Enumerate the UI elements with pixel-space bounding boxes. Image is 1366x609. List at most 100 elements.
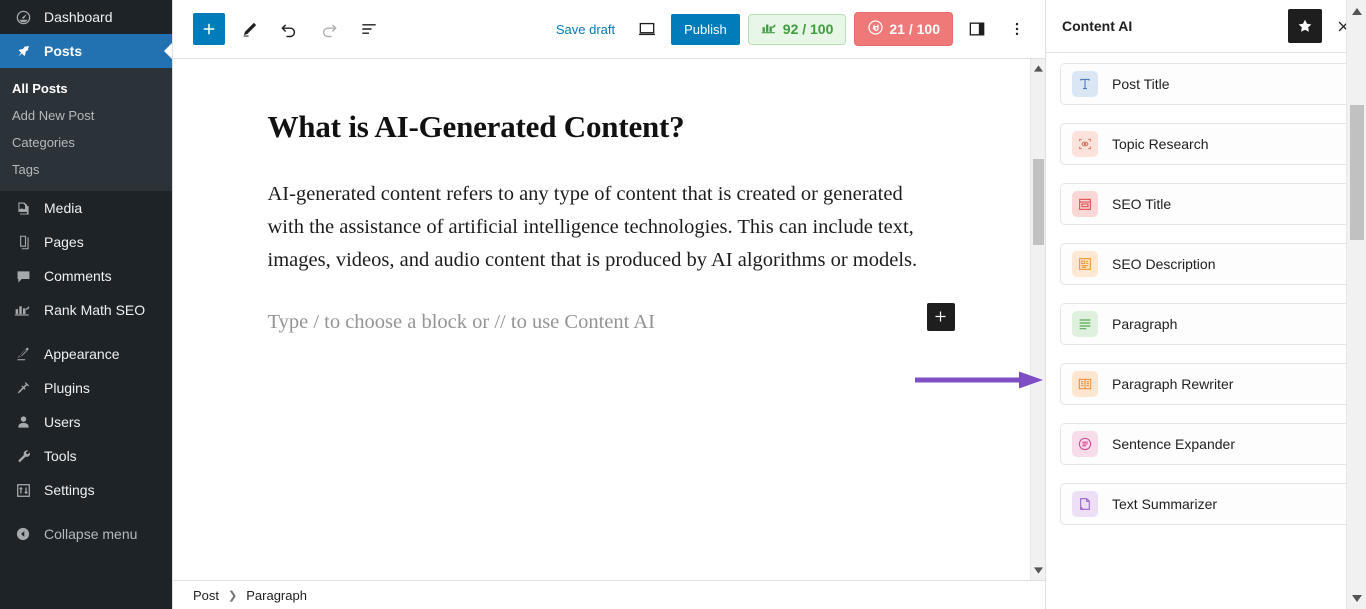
sidebar-item-users[interactable]: Users xyxy=(0,405,172,439)
sidebar-item-label: Collapse menu xyxy=(44,526,138,542)
editor-top-toolbar: Save draft Publish 92 / 100 21 / 100 xyxy=(173,0,1045,59)
content-ai-tool-label: SEO Title xyxy=(1112,196,1172,212)
breadcrumb: Post ❯ Paragraph xyxy=(173,580,1045,609)
scroll-up-arrow-icon[interactable] xyxy=(1031,61,1046,76)
star-icon[interactable] xyxy=(1288,9,1322,43)
content-ai-score-badge[interactable]: 21 / 100 xyxy=(854,12,953,46)
sidebar-item-dashboard[interactable]: Dashboard xyxy=(0,0,172,34)
block-heading[interactable]: What is AI-Generated Content? xyxy=(268,109,936,145)
sidebar-divider-1 xyxy=(0,327,172,337)
collapse-arrow-icon xyxy=(12,524,34,544)
panel-scroll-up-arrow-icon[interactable] xyxy=(1347,2,1366,20)
edit-tool-pencil-icon[interactable] xyxy=(233,13,265,45)
seo-description-icon xyxy=(1072,251,1098,277)
sentence-expander-icon xyxy=(1072,431,1098,457)
content-ai-tool-sentence-expander[interactable]: Sentence Expander xyxy=(1060,423,1352,465)
undo-arrow-icon[interactable] xyxy=(273,13,305,45)
editor-scrollbar[interactable] xyxy=(1030,59,1045,580)
toolbar-right-group: Save draft Publish 92 / 100 21 / 100 xyxy=(548,12,1033,46)
dashboard-icon xyxy=(12,7,34,27)
page-title: What is AI-Generated Content? xyxy=(267,109,685,144)
content-ai-header: Content AI xyxy=(1046,0,1366,53)
document-overview-list-view-icon[interactable] xyxy=(353,13,385,45)
sidebar-item-label: Dashboard xyxy=(44,9,113,25)
content-ai-sidebar: Content AI Post Title Topic Research SEO… xyxy=(1045,0,1366,609)
content-ai-tool-seo-title[interactable]: SEO Title xyxy=(1060,183,1352,225)
sidebar-item-collapse-menu[interactable]: Collapse menu xyxy=(0,517,172,551)
block-inserter-button[interactable] xyxy=(193,13,225,45)
appearance-brush-icon xyxy=(12,344,34,364)
text-summarizer-icon xyxy=(1072,491,1098,517)
sidebar-item-label: Media xyxy=(44,200,83,216)
seo-score-value: 92 / 100 xyxy=(782,21,834,37)
sidebar-item-add-new-post[interactable]: Add New Post xyxy=(0,102,172,129)
toolbar-left-group xyxy=(193,13,385,45)
sidebar-item-appearance[interactable]: Appearance xyxy=(0,337,172,371)
empty-block-placeholder: Type / to choose a block or // to use Co… xyxy=(267,310,655,333)
breadcrumb-item-paragraph[interactable]: Paragraph xyxy=(246,588,307,603)
content-ai-scrollbar-thumb[interactable] xyxy=(1350,105,1364,240)
sidebar-item-all-posts[interactable]: All Posts xyxy=(0,75,172,102)
sidebar-item-posts[interactable]: Posts xyxy=(0,34,172,68)
content-ai-tool-text-summarizer[interactable]: Text Summarizer xyxy=(1060,483,1352,525)
content-ai-scrollbar[interactable] xyxy=(1346,0,1366,609)
block-empty-paragraph[interactable]: Type / to choose a block or // to use Co… xyxy=(267,302,955,339)
editor-scrollbar-thumb[interactable] xyxy=(1033,159,1044,245)
content-ai-tool-topic-research[interactable]: Topic Research xyxy=(1060,123,1352,165)
scroll-down-arrow-icon[interactable] xyxy=(1031,563,1046,578)
content-ai-tool-label: Sentence Expander xyxy=(1112,436,1235,452)
content-ai-tool-label: Topic Research xyxy=(1112,136,1209,152)
pages-icon xyxy=(12,232,34,252)
sidebar-divider-2 xyxy=(0,507,172,517)
paragraph-lines-icon xyxy=(1072,311,1098,337)
sidebar-item-label: Appearance xyxy=(44,346,120,362)
wordpress-block-editor-screen: Dashboard Posts All Posts Add New Post C… xyxy=(0,0,1366,609)
sidebar-item-media[interactable]: Media xyxy=(0,191,172,225)
sidebar-item-tags[interactable]: Tags xyxy=(0,156,172,183)
redo-arrow-icon[interactable] xyxy=(313,13,345,45)
content-ai-tool-post-title[interactable]: Post Title xyxy=(1060,63,1352,105)
rankmath-bars-icon xyxy=(761,21,778,38)
content-ai-tool-seo-description[interactable]: SEO Description xyxy=(1060,243,1352,285)
content-ai-tool-label: Post Title xyxy=(1112,76,1170,92)
chevron-right-icon: ❯ xyxy=(228,589,238,602)
sidebar-item-label: Comments xyxy=(44,268,112,284)
content-ai-tool-paragraph[interactable]: Paragraph xyxy=(1060,303,1352,345)
sidebar-item-label: Tools xyxy=(44,448,77,464)
seo-title-card-icon xyxy=(1072,191,1098,217)
save-draft-button[interactable]: Save draft xyxy=(548,16,623,43)
content-ai-score-value: 21 / 100 xyxy=(889,21,940,37)
content-ai-title: Content AI xyxy=(1062,18,1133,34)
sidebar-toggle-icon[interactable] xyxy=(961,13,993,45)
publish-button[interactable]: Publish xyxy=(671,13,740,45)
post-title-icon xyxy=(1072,71,1098,97)
sidebar-item-comments[interactable]: Comments xyxy=(0,259,172,293)
pin-icon xyxy=(12,41,34,61)
settings-sliders-icon xyxy=(12,480,34,500)
sidebar-item-tools[interactable]: Tools xyxy=(0,439,172,473)
desktop-preview-icon[interactable] xyxy=(631,13,663,45)
editor-body: What is AI-Generated Content? AI-generat… xyxy=(173,59,1045,580)
content-ai-tool-paragraph-rewriter[interactable]: Paragraph Rewriter xyxy=(1060,363,1352,405)
sidebar-item-categories[interactable]: Categories xyxy=(0,129,172,156)
sidebar-item-label: Users xyxy=(44,414,81,430)
paragraph-text: AI-generated content refers to any type … xyxy=(267,183,918,272)
tools-wrench-icon xyxy=(12,446,34,466)
content-ai-tool-label: Text Summarizer xyxy=(1112,496,1218,512)
block-paragraph[interactable]: AI-generated content refers to any type … xyxy=(268,178,936,278)
editor-canvas[interactable]: What is AI-Generated Content? AI-generat… xyxy=(173,59,1030,580)
sidebar-item-plugins[interactable]: Plugins xyxy=(0,371,172,405)
breadcrumb-item-post[interactable]: Post xyxy=(193,588,219,603)
sidebar-item-settings[interactable]: Settings xyxy=(0,473,172,507)
sidebar-item-pages[interactable]: Pages xyxy=(0,225,172,259)
seo-score-badge[interactable]: 92 / 100 xyxy=(747,13,847,45)
rankmath-icon xyxy=(12,300,34,320)
content-ai-circle-icon xyxy=(867,19,884,39)
sidebar-item-label: Settings xyxy=(44,482,95,498)
topic-research-eye-icon xyxy=(1072,131,1098,157)
sidebar-item-rank-math-seo[interactable]: Rank Math SEO xyxy=(0,293,172,327)
sidebar-item-label: Rank Math SEO xyxy=(44,302,146,318)
three-dots-vertical-icon[interactable] xyxy=(1001,13,1033,45)
inline-block-inserter-plus-icon[interactable] xyxy=(926,302,955,331)
panel-scroll-down-arrow-icon[interactable] xyxy=(1347,589,1366,607)
